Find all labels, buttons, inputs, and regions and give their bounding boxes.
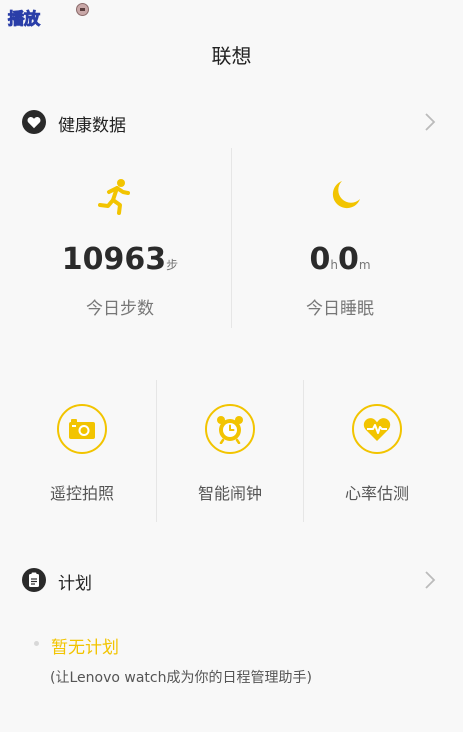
sleep-minutes: 0 bbox=[337, 242, 359, 277]
status-label: 播放 bbox=[7, 9, 41, 29]
steps-label: 今日步数 bbox=[86, 299, 154, 319]
plan-section-title: 计划 bbox=[58, 574, 92, 594]
health-section-title: 健康数据 bbox=[58, 116, 126, 136]
plan-hint-text: (让Lenovo watch成为你的日程管理助手) bbox=[50, 670, 312, 686]
steps-value: 10963 bbox=[61, 242, 167, 277]
plan-bullet bbox=[34, 641, 39, 646]
sleep-minutes-unit: m bbox=[358, 258, 371, 272]
page-title: 联想 bbox=[211, 44, 252, 68]
status-bar: 播放 bbox=[0, 0, 463, 30]
alarm-clock-icon bbox=[205, 404, 255, 454]
steps-value-row: 10963步 bbox=[0, 242, 240, 277]
sleep-value-row: 0h0m bbox=[231, 242, 449, 277]
sleep-label: 今日睡眠 bbox=[306, 299, 374, 319]
chevron-right-icon[interactable] bbox=[423, 111, 437, 133]
notification-icon bbox=[76, 3, 89, 16]
heart-rate-button[interactable]: 心率估测 bbox=[303, 380, 451, 522]
clipboard-icon bbox=[22, 568, 46, 592]
remote-camera-label: 遥控拍照 bbox=[49, 484, 114, 503]
remote-camera-button[interactable]: 遥控拍照 bbox=[8, 380, 156, 522]
plan-empty-text: 暂无计划 bbox=[51, 638, 119, 658]
sleep-hours: 0 bbox=[309, 242, 331, 277]
moon-icon bbox=[332, 181, 360, 209]
chevron-right-icon[interactable] bbox=[423, 569, 437, 591]
sleep-hours-unit: h bbox=[330, 258, 338, 272]
heart-rate-icon bbox=[352, 404, 402, 454]
smart-alarm-label: 智能闹钟 bbox=[197, 484, 262, 503]
heart-rate-label: 心率估测 bbox=[344, 484, 409, 503]
camera-icon bbox=[57, 404, 107, 454]
running-icon bbox=[98, 179, 130, 215]
health-section-header[interactable]: 健康数据 bbox=[0, 105, 463, 141]
heart-icon bbox=[22, 110, 46, 134]
steps-unit: 步 bbox=[166, 258, 179, 272]
smart-alarm-button[interactable]: 智能闹钟 bbox=[156, 380, 304, 522]
plan-section-header[interactable]: 计划 bbox=[0, 563, 463, 599]
